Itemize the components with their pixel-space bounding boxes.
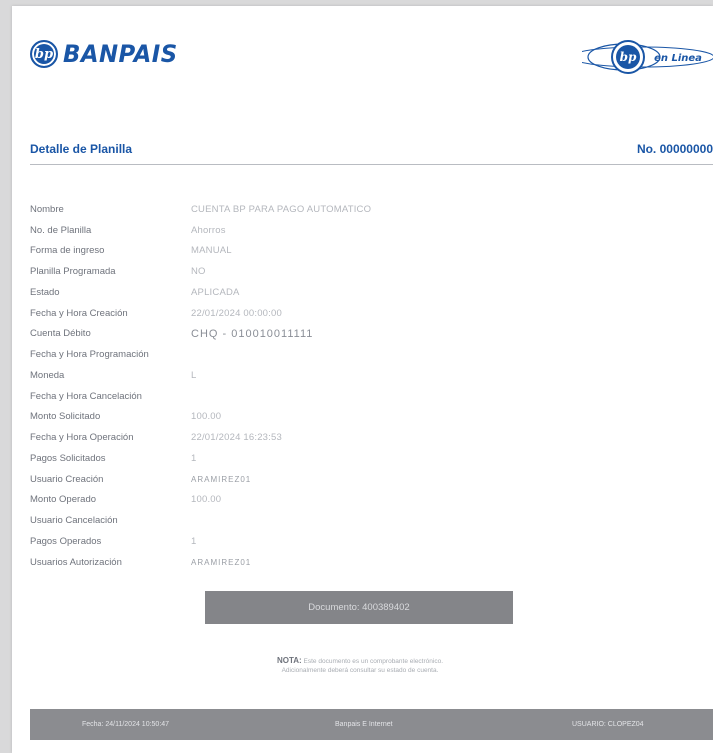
field-value: ARAMIREZ01 [191, 474, 252, 484]
field-label: Moneda [30, 369, 65, 381]
header-divider [30, 164, 713, 165]
note-label: NOTA: [276, 656, 302, 665]
footer-channel: Banpais E Internet [335, 721, 393, 728]
field-row: Monto Operado 100.00 [30, 490, 530, 511]
field-row: Cuenta Débito CHQ - 010010011111 [30, 324, 530, 345]
field-value: NO [191, 266, 206, 278]
field-row: Fecha y Hora Operación 22/01/2024 16:23:5… [30, 427, 530, 448]
field-value: APLICADA [191, 286, 240, 298]
field-label: Fecha y Hora Creación [30, 307, 128, 319]
field-label: Monto Operado [30, 494, 97, 506]
logo-en-linea-text: en Linea [654, 53, 702, 64]
field-label: Nombre [30, 203, 64, 215]
field-row: Pagos Solicitados 1 [30, 448, 530, 469]
field-row: Fecha y Hora Programación [30, 344, 530, 365]
bp-en-linea-logo: bp en Linea [582, 40, 713, 74]
field-label: Pagos Operados [30, 535, 102, 547]
field-label: Fecha y Hora Programación [30, 349, 149, 361]
field-label: Pagos Solicitados [30, 452, 106, 464]
note-line-2: Adicionalmente deberá consultar su estad… [281, 666, 439, 674]
field-value: ARAMIREZ01 [191, 557, 252, 567]
field-value: Ahorros [191, 224, 226, 236]
section-title: Detalle de Planilla [30, 142, 133, 156]
field-label: Monto Solicitado [30, 411, 101, 423]
field-value: 100.00 [191, 411, 222, 423]
field-label: Cuenta Débito [30, 328, 91, 340]
field-label: Forma de ingreso [30, 245, 105, 257]
field-label: Planilla Programada [30, 266, 116, 278]
field-value: 1 [191, 452, 197, 464]
field-label: Usuario Creación [30, 473, 104, 485]
field-row: Pagos Operados 1 [30, 531, 530, 552]
field-row: Usuarios Autorización ARAMIREZ01 [30, 552, 530, 573]
field-value: MANUAL [191, 245, 232, 257]
note-line-1: Este documento es un comprobante electró… [303, 658, 444, 665]
brand-name: BANPAIS [63, 40, 178, 68]
field-label: Usuario Cancelación [30, 515, 118, 527]
bp-monogram-icon: bp [30, 40, 58, 68]
field-value: 1 [191, 535, 197, 547]
field-value: CUENTA BP PARA PAGO AUTOMATICO [191, 203, 372, 215]
note: NOTA: Este documento es un comprobante e… [180, 656, 540, 676]
field-label: Fecha y Hora Operación [30, 432, 134, 444]
field-row: Forma de ingreso MANUAL [30, 241, 530, 262]
field-row: Monto Solicitado 100.00 [30, 407, 530, 428]
field-row: Nombre CUENTA BP PARA PAGO AUTOMATICO [30, 199, 530, 220]
field-value: L [191, 369, 197, 381]
logo-monogram-text: bp [620, 50, 637, 64]
document-button[interactable]: Documento: 400389402 [205, 591, 513, 624]
detail-fields: Nombre CUENTA BP PARA PAGO AUTOMATICO No.… [30, 199, 530, 573]
field-row: No. de Planilla Ahorros [30, 220, 530, 241]
field-row: Fecha y Hora Creación 22/01/2024 00:00:00 [30, 303, 530, 324]
footer-bar: Fecha: 24/11/2024 10:50:47 Banpais E Int… [30, 709, 713, 740]
field-row: Usuario Cancelación [30, 510, 530, 531]
footer-user: USUARIO: CLOPEZ04 [572, 721, 644, 728]
field-label: Usuarios Autorización [30, 556, 122, 568]
field-value: 22/01/2024 00:00:00 [191, 307, 282, 319]
field-label: Fecha y Hora Cancelación [30, 390, 142, 402]
field-row: Moneda L [30, 365, 530, 386]
document-number: No. 00000000 [636, 142, 713, 156]
field-value: 22/01/2024 16:23:53 [191, 432, 282, 444]
banpais-logo: bp BANPAIS [30, 40, 184, 68]
field-label: No. de Planilla [30, 224, 92, 236]
field-row: Usuario Creación ARAMIREZ01 [30, 469, 530, 490]
field-value: 100.00 [191, 494, 222, 506]
field-row: Planilla Programada NO [30, 261, 530, 282]
document-page: bp BANPAIS bp en Linea Detalle de Planil… [12, 6, 713, 753]
footer-date: Fecha: 24/11/2024 10:50:47 [82, 721, 170, 728]
field-value: CHQ - 010010011111 [191, 327, 314, 340]
field-label: Estado [30, 286, 60, 298]
field-row: Fecha y Hora Cancelación [30, 386, 530, 407]
field-row: Estado APLICADA [30, 282, 530, 303]
